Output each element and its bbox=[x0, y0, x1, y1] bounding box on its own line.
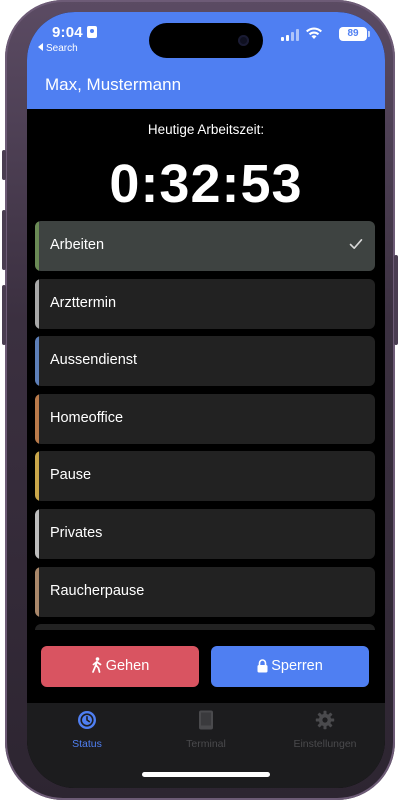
home-indicator[interactable] bbox=[142, 772, 270, 777]
back-to-search-link[interactable]: Search bbox=[38, 43, 78, 54]
status-time: 9:04 bbox=[52, 24, 97, 41]
status-item-pause[interactable]: Pause bbox=[35, 451, 375, 502]
worktime-value: 0:32:53 bbox=[109, 154, 303, 214]
screen: 9:04 Search 89 Max, Mustermann Heutige A… bbox=[27, 12, 385, 788]
status-color-stripe bbox=[35, 278, 39, 329]
status-item-homeoffice[interactable]: Homeoffice bbox=[35, 393, 375, 444]
status-item-label: Arbeiten bbox=[50, 237, 105, 253]
clock-icon bbox=[78, 711, 96, 729]
tab-terminal[interactable]: Terminal bbox=[146, 710, 266, 750]
status-list[interactable]: Arbeiten Arzttermin Aussendienst Homeoff… bbox=[35, 221, 375, 630]
tab-status[interactable]: Status bbox=[27, 710, 147, 750]
status-item-aussendienst[interactable]: Aussendienst bbox=[35, 336, 375, 387]
status-item-label: Homeoffice bbox=[50, 409, 124, 426]
dynamic-island bbox=[149, 23, 263, 58]
tab-status-label: Status bbox=[72, 738, 102, 750]
battery-icon: 89 bbox=[339, 27, 370, 41]
wifi-icon bbox=[306, 27, 322, 39]
power-button bbox=[394, 255, 398, 345]
tablet-icon bbox=[199, 710, 213, 730]
user-name: Max, Mustermann bbox=[45, 75, 182, 94]
worktime-label: Heutige Arbeitszeit: bbox=[147, 122, 265, 137]
lock-icon bbox=[257, 659, 268, 673]
status-item-label: Privates bbox=[50, 524, 103, 541]
cellular-signal-icon bbox=[281, 29, 299, 41]
status-item-privates[interactable]: Privates bbox=[35, 508, 375, 559]
status-item-label: Raucherpause bbox=[50, 582, 145, 599]
status-item-partial[interactable] bbox=[35, 624, 375, 630]
status-color-stripe bbox=[35, 336, 39, 387]
walking-person-icon bbox=[91, 657, 102, 673]
status-item-arzttermin[interactable]: Arzttermin bbox=[35, 278, 375, 329]
status-color-stripe bbox=[35, 393, 39, 444]
status-item-arbeiten[interactable]: Arbeiten bbox=[35, 221, 375, 271]
checkmark-icon bbox=[349, 239, 363, 249]
status-item-label: Pause bbox=[50, 467, 92, 484]
phone-frame: 9:04 Search 89 Max, Mustermann Heutige A… bbox=[2, 0, 398, 800]
leave-button[interactable]: Gehen bbox=[41, 646, 199, 687]
lock-button-label: Sperren bbox=[271, 658, 323, 674]
tab-terminal-label: Terminal bbox=[186, 738, 226, 750]
leave-button-label: Gehen bbox=[105, 658, 150, 674]
back-arrow-icon bbox=[38, 43, 43, 51]
status-color-stripe bbox=[35, 221, 39, 271]
silent-switch bbox=[2, 150, 6, 180]
app-header: 9:04 Search 89 Max, Mustermann bbox=[27, 12, 385, 109]
status-color-stripe bbox=[35, 451, 39, 502]
tab-settings[interactable]: Einstellungen bbox=[265, 710, 385, 750]
lock-button[interactable]: Sperren bbox=[211, 646, 369, 687]
volume-up-button bbox=[2, 210, 6, 270]
back-search-label: Search bbox=[46, 43, 78, 54]
status-color-stripe bbox=[35, 566, 39, 617]
status-color-stripe bbox=[35, 508, 39, 559]
gear-icon bbox=[315, 710, 335, 730]
status-item-label: Arzttermin bbox=[50, 294, 117, 311]
tab-settings-label: Einstellungen bbox=[293, 738, 357, 750]
status-item-raucherpause[interactable]: Raucherpause bbox=[35, 566, 375, 617]
status-time-text: 9:04 bbox=[52, 24, 83, 41]
sim-icon bbox=[86, 26, 97, 38]
status-item-label: Aussendienst bbox=[50, 352, 138, 369]
volume-down-button bbox=[2, 285, 6, 345]
status-indicators: 89 bbox=[247, 27, 370, 41]
